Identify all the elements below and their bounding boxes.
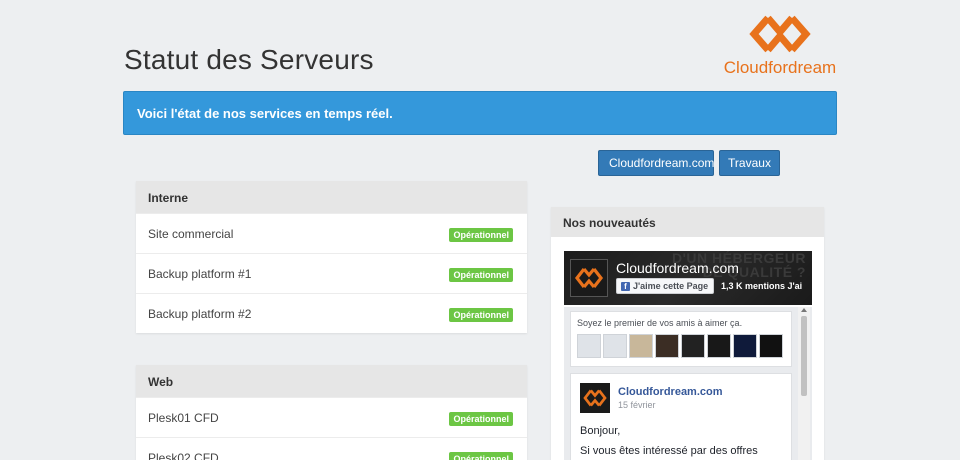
service-name: Backup platform #1 [148,267,252,281]
fb-friends-box: Soyez le premier de vos amis à aimer ça. [570,311,792,367]
fb-like-count: 1,3 K mentions J'ai [721,281,803,291]
fb-like-button[interactable]: f J'aime cette Page [616,278,715,294]
brand-logo[interactable]: Cloudfordream [722,14,838,78]
news-heading: Nos nouveautés [551,207,824,237]
scroll-thumb[interactable] [801,316,807,396]
fb-post-greeting: Bonjour, [580,425,621,437]
facebook-icon: f [621,282,630,291]
status-badge: Opérationnel [449,452,513,460]
panel-heading: Web [136,365,527,397]
status-badge: Opérationnel [449,228,513,242]
cloudfordream-logo-icon [574,267,604,289]
scroll-up-icon[interactable] [801,308,807,312]
service-row: Site commercial Opérationnel [136,213,527,253]
service-row: Plesk01 CFD Opérationnel [136,397,527,437]
service-row: Backup platform #2 Opérationnel [136,293,527,333]
fb-post: Cloudfordream.com 15 février Bonjour, Si… [570,373,792,460]
fb-post-body: Si vous êtes intéressé par des offres Ho… [580,445,774,460]
facebook-widget: D'UN HÉBERGEUR DE QUALITÉ ? Cloudfordrea… [564,251,812,460]
panel-heading: Interne [136,181,527,213]
fb-cover[interactable]: D'UN HÉBERGEUR DE QUALITÉ ? Cloudfordrea… [564,251,812,305]
status-badge: Opérationnel [449,308,513,322]
top-buttons: Cloudfordream.com Travaux [598,150,780,176]
fb-post-avatar[interactable] [580,383,610,413]
avatar[interactable] [577,334,601,358]
service-row: Plesk02 CFD Opérationnel [136,437,527,460]
travaux-button[interactable]: Travaux [719,150,780,176]
info-banner: Voici l'état de nos services en temps ré… [123,91,837,135]
logo-text: Cloudfordream [723,58,837,77]
service-name: Plesk02 CFD [148,451,219,460]
status-badge: Opérationnel [449,412,513,426]
service-name: Site commercial [148,227,234,241]
fb-scrollbar[interactable] [798,307,810,460]
fb-page-name[interactable]: Cloudfordream.com [616,260,739,276]
avatar[interactable] [707,334,731,358]
fb-avatars [577,334,783,358]
avatar[interactable] [733,334,757,358]
service-name: Plesk01 CFD [148,411,219,425]
fb-feed[interactable]: Soyez le premier de vos amis à aimer ça. [564,307,812,460]
fb-post-date[interactable]: 15 février [618,400,656,410]
cloudfordream-logo-icon [749,15,811,53]
avatar[interactable] [759,334,783,358]
panel-web: Web Plesk01 CFD Opérationnel Plesk02 CFD… [136,365,527,460]
news-panel: Nos nouveautés D'UN HÉBERGEUR DE QUALITÉ… [551,207,824,460]
avatar[interactable] [629,334,653,358]
fb-post-text: Bonjour, Si vous êtes intéressé par des … [580,424,785,460]
fb-like-label: J'aime cette Page [633,281,709,291]
fb-page-logo[interactable] [570,259,608,297]
page-title: Statut des Serveurs [124,44,374,75]
cloudfordream-site-button[interactable]: Cloudfordream.com [598,150,714,176]
fb-post-author[interactable]: Cloudfordream.com [618,386,723,398]
service-row: Backup platform #1 Opérationnel [136,253,527,293]
status-badge: Opérationnel [449,268,513,282]
avatar[interactable] [655,334,679,358]
service-name: Backup platform #2 [148,307,252,321]
avatar[interactable] [603,334,627,358]
avatar[interactable] [681,334,705,358]
fb-friends-text: Soyez le premier de vos amis à aimer ça. [577,318,743,328]
panel-interne: Interne Site commercial Opérationnel Bac… [136,181,527,333]
cloudfordream-logo-icon [583,389,607,407]
